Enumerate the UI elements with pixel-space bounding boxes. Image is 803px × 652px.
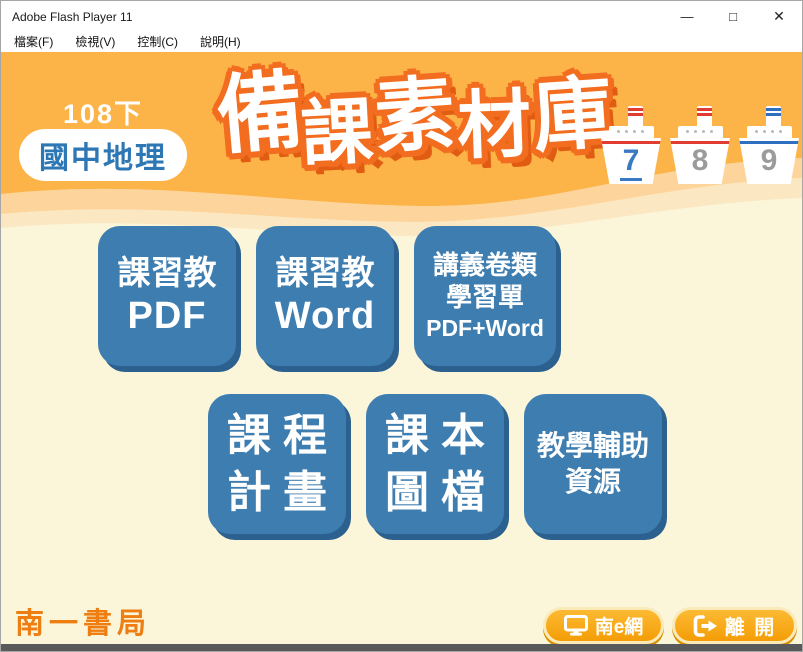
title-char: 材 xyxy=(455,82,533,168)
boat-funnel-icon xyxy=(697,106,712,128)
menu-view[interactable]: 檢視(V) xyxy=(64,32,126,52)
grade-boat-tabs: 7 8 9 xyxy=(601,106,799,184)
textbook-images-button[interactable]: 課本 圖檔 xyxy=(366,394,504,534)
title-char: 備 xyxy=(213,62,308,166)
nan-e-web-label: 南e網 xyxy=(594,617,644,638)
grade-8-boat-tab[interactable]: 8 xyxy=(670,106,730,184)
window-title: Adobe Flash Player 11 xyxy=(12,9,133,24)
grade-8-number: 8 xyxy=(691,144,709,177)
button-label-line: 計畫 xyxy=(227,468,339,517)
menu-bar: 檔案(F) 檢視(V) 控制(C) 說明(H) xyxy=(1,32,802,52)
button-label-line: 課習教 xyxy=(275,253,375,291)
menu-help[interactable]: 說明(H) xyxy=(189,32,252,52)
grade-9-boat-tab[interactable]: 9 xyxy=(739,106,799,184)
subject-badge: 國中地理 xyxy=(19,129,187,181)
exit-label: 離 開 xyxy=(724,617,777,639)
button-label-line: 資源 xyxy=(564,466,621,497)
button-label-line: PDF+Word xyxy=(426,314,544,341)
menu-file[interactable]: 檔案(F) xyxy=(3,32,64,52)
title-char: 素 xyxy=(371,68,458,163)
boat-funnel-icon xyxy=(628,106,643,128)
grade-9-number: 9 xyxy=(760,144,778,177)
button-label-line: 學習單 xyxy=(445,281,524,312)
workbook-pdf-button[interactable]: 課習教 PDF xyxy=(98,226,236,366)
button-label-line: 圖檔 xyxy=(385,468,497,517)
boat-hull-icon: 7 xyxy=(601,138,661,184)
menu-control[interactable]: 控制(C) xyxy=(126,32,189,52)
title-char: 課 xyxy=(299,91,376,176)
boat-cabin-icon xyxy=(747,126,792,139)
minimize-button[interactable]: — xyxy=(664,1,710,32)
exit-button[interactable]: 離 開 xyxy=(672,607,797,644)
page-title: 備 課 素 材 庫 xyxy=(213,62,616,175)
button-label-line: Word xyxy=(274,294,376,337)
grade-7-boat-tab[interactable]: 7 xyxy=(601,106,661,184)
course-plan-button[interactable]: 課程 計畫 xyxy=(208,394,346,534)
button-label-line: PDF xyxy=(127,294,207,337)
bottom-border-strip xyxy=(1,644,802,651)
monitor-icon xyxy=(563,615,588,636)
maximize-button[interactable]: □ xyxy=(710,1,756,32)
boat-hull-icon: 8 xyxy=(670,138,730,184)
subject-label: 國中地理 xyxy=(39,142,167,175)
button-label-line: 課程 xyxy=(227,410,339,460)
handouts-worksheets-button[interactable]: 講義卷類 學習單 PDF+Word xyxy=(414,226,556,366)
grade-7-number: 7 xyxy=(619,144,643,181)
window-controls: — □ ✕ xyxy=(664,1,802,32)
button-label-line: 課習教 xyxy=(117,253,217,291)
boat-cabin-icon xyxy=(678,126,723,139)
flash-stage: 108下 國中地理 備 課 素 材 庫 7 8 9 課習教 PDF 課習教 Wo… xyxy=(1,52,802,646)
teaching-aids-button[interactable]: 教學輔助 資源 xyxy=(524,394,662,534)
publisher-logo: 南一書局 xyxy=(15,606,152,640)
exit-icon xyxy=(693,614,717,637)
boat-cabin-icon xyxy=(609,126,654,139)
close-button[interactable]: ✕ xyxy=(756,1,802,32)
button-label-line: 講義卷類 xyxy=(432,250,537,281)
flash-player-window: Adobe Flash Player 11 — □ ✕ 檔案(F) 檢視(V) … xyxy=(0,0,803,652)
button-label-line: 教學輔助 xyxy=(536,429,649,461)
boat-funnel-icon xyxy=(766,106,781,128)
title-bar: Adobe Flash Player 11 — □ ✕ xyxy=(1,1,802,32)
button-label-line: 課本 xyxy=(385,410,497,460)
boat-hull-icon: 9 xyxy=(739,138,799,184)
workbook-word-button[interactable]: 課習教 Word xyxy=(256,226,394,366)
nan-e-web-button[interactable]: 南e網 xyxy=(543,607,664,644)
semester-label: 108下 xyxy=(62,99,144,129)
